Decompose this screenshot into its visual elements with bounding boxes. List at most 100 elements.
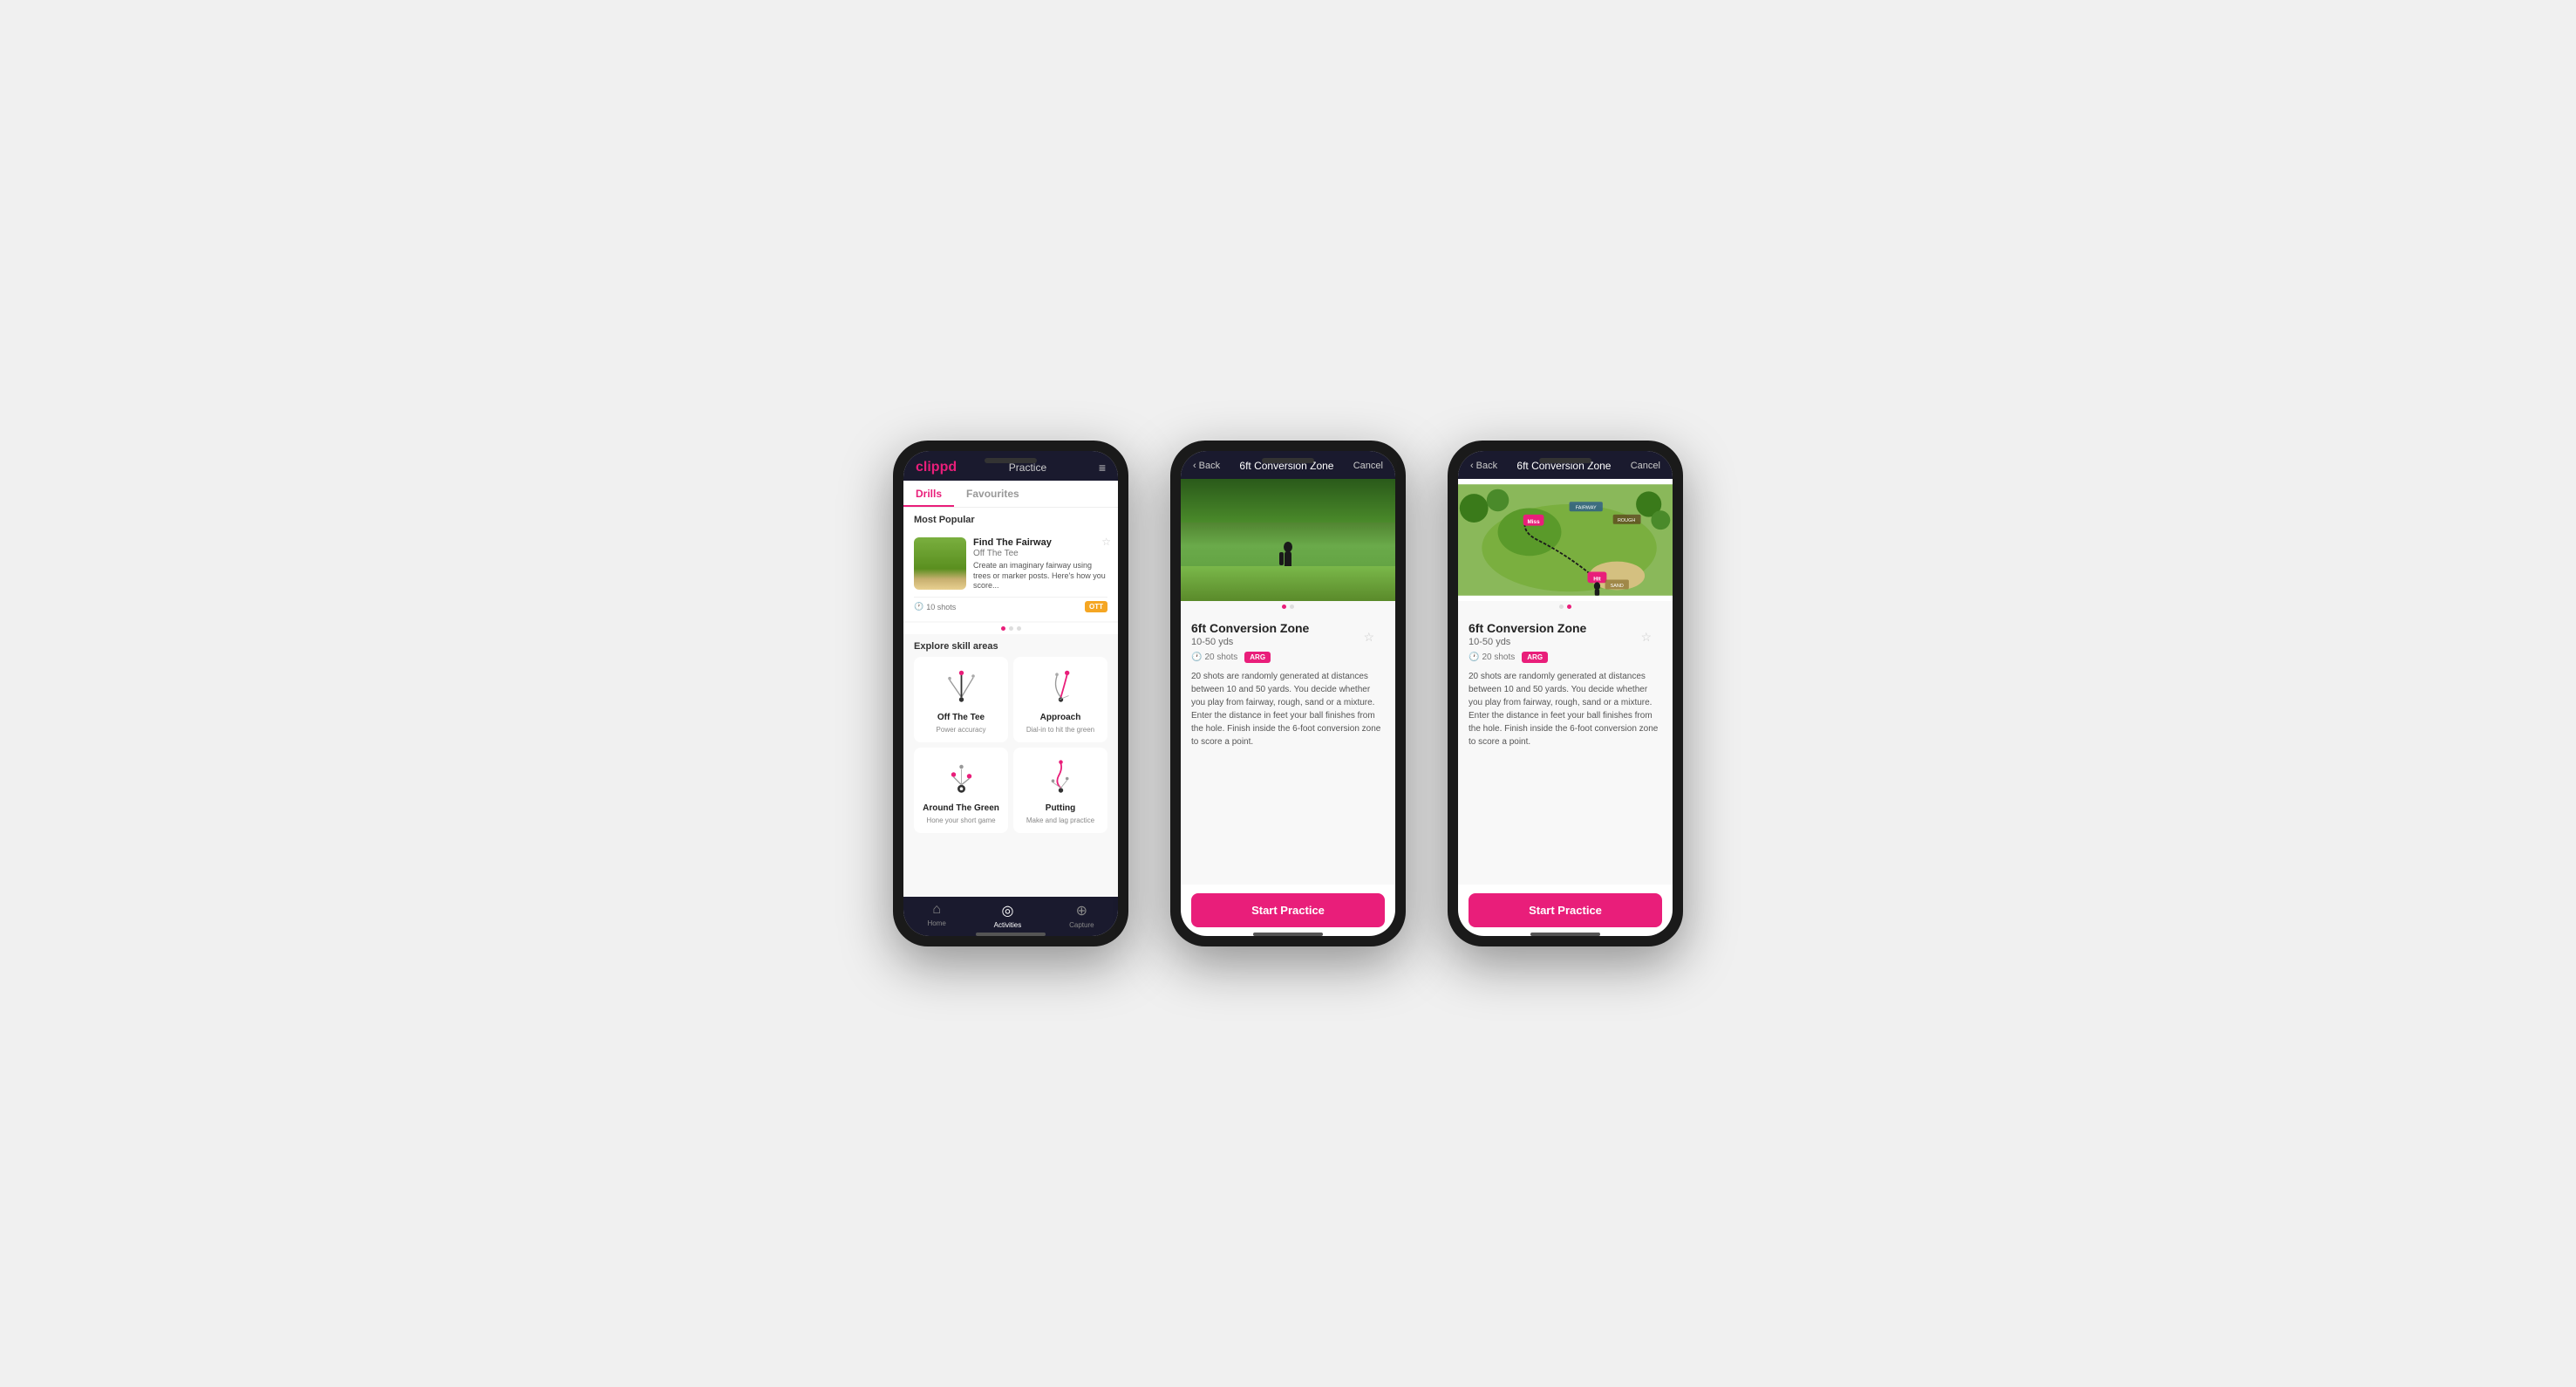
arg-tag-3: ARG bbox=[1522, 652, 1548, 663]
dot-3[interactable] bbox=[1017, 626, 1021, 631]
back-chevron-3: ‹ bbox=[1470, 461, 1474, 471]
fairway-ground bbox=[1181, 566, 1395, 601]
shots-count-meta-3: 20 shots bbox=[1482, 653, 1515, 662]
dot-2[interactable] bbox=[1009, 626, 1013, 631]
skill-card-atg[interactable]: Around The Green Hone your short game bbox=[914, 748, 1008, 833]
shots-count: 10 shots bbox=[926, 603, 956, 612]
atg-icon bbox=[937, 759, 985, 798]
atg-desc: Hone your short game bbox=[926, 816, 995, 824]
back-button[interactable]: ‹ Back bbox=[1193, 461, 1220, 471]
explore-label: Explore skill areas bbox=[914, 641, 1107, 657]
back-label: Back bbox=[1199, 461, 1220, 471]
star-icon-detail[interactable]: ☆ bbox=[1363, 630, 1374, 645]
card-info: Find The Fairway Off The Tee Create an i… bbox=[973, 537, 1107, 591]
drill-photo bbox=[1181, 479, 1395, 601]
img-dot-1[interactable] bbox=[1282, 605, 1286, 609]
shots-label: 🕐 10 shots bbox=[914, 602, 956, 612]
card-inner: Find The Fairway Off The Tee Create an i… bbox=[914, 537, 1107, 591]
phone-2-screen: ‹ Back 6ft Conversion Zone Cancel bbox=[1181, 451, 1395, 936]
drill-subtitle: Off The Tee bbox=[973, 549, 1107, 558]
most-popular-label: Most Popular bbox=[903, 508, 1118, 529]
phone-3-screen: ‹ Back 6ft Conversion Zone Cancel bbox=[1458, 451, 1673, 936]
carousel-dots bbox=[903, 623, 1118, 634]
phone3-header: ‹ Back 6ft Conversion Zone Cancel bbox=[1458, 451, 1673, 479]
golf-photo-bg bbox=[1181, 479, 1395, 601]
svg-text:Miss: Miss bbox=[1527, 519, 1540, 525]
nav-activities-label: Activities bbox=[994, 921, 1022, 929]
nav-activities[interactable]: ◎ Activities bbox=[994, 902, 1022, 929]
featured-drill-card[interactable]: ☆ Find The Fairway Off The Tee Create an… bbox=[903, 529, 1118, 621]
svg-text:FAIRWAY: FAIRWAY bbox=[1576, 505, 1597, 510]
back-chevron: ‹ bbox=[1193, 461, 1196, 471]
scene: clippd Practice ≡ Drills Favourites Most… bbox=[858, 406, 1718, 981]
drill-yardage-3: 10-50 yds bbox=[1469, 637, 1662, 647]
arg-tag: ARG bbox=[1244, 652, 1271, 663]
start-practice-button-3[interactable]: Start Practice bbox=[1469, 893, 1662, 927]
start-practice-button[interactable]: Start Practice bbox=[1191, 893, 1385, 927]
card-footer: 🕐 10 shots OTT bbox=[914, 597, 1107, 612]
ott-name: Off The Tee bbox=[937, 713, 985, 722]
skill-card-putting[interactable]: Putting Make and lag practice bbox=[1013, 748, 1107, 833]
atg-icon-area bbox=[935, 756, 987, 800]
detail-content-wrapper: ☆ 6ft Conversion Zone 10-50 yds 🕐 20 sho… bbox=[1191, 621, 1385, 748]
clock-icon-meta: 🕐 bbox=[1191, 653, 1202, 662]
img-dot-3-2[interactable] bbox=[1567, 605, 1571, 609]
star-icon[interactable]: ☆ bbox=[1101, 536, 1111, 548]
approach-name: Approach bbox=[1040, 713, 1081, 722]
skill-card-approach[interactable]: Approach Dial-in to hit the green bbox=[1013, 657, 1107, 742]
drill-meta-3: 🕐 20 shots ARG bbox=[1469, 652, 1662, 663]
phone-2: ‹ Back 6ft Conversion Zone Cancel bbox=[1170, 441, 1406, 946]
trees-background bbox=[1181, 479, 1395, 523]
drill-description-3: 20 shots are randomly generated at dista… bbox=[1469, 670, 1662, 748]
nav-home[interactable]: ⌂ Home bbox=[927, 902, 945, 929]
shots-count-meta: 20 shots bbox=[1204, 653, 1237, 662]
ott-desc: Power accuracy bbox=[937, 726, 986, 734]
tabs-bar: Drills Favourites bbox=[903, 481, 1118, 508]
nav-capture[interactable]: ⊕ Capture bbox=[1069, 902, 1094, 929]
putting-icon bbox=[1037, 759, 1085, 798]
phone-3: ‹ Back 6ft Conversion Zone Cancel bbox=[1448, 441, 1683, 946]
img-dot-3-1[interactable] bbox=[1559, 605, 1564, 609]
phone-1-screen: clippd Practice ≡ Drills Favourites Most… bbox=[903, 451, 1118, 936]
drill-meta: 🕐 20 shots ARG bbox=[1191, 652, 1385, 663]
ott-icon-area bbox=[935, 666, 987, 709]
menu-icon[interactable]: ≡ bbox=[1099, 461, 1106, 475]
dot-1[interactable] bbox=[1001, 626, 1005, 631]
svg-text:ROUGH: ROUGH bbox=[1618, 518, 1635, 523]
shots-meta-3: 🕐 20 shots bbox=[1469, 653, 1515, 662]
phone2-detail-content: ☆ 6ft Conversion Zone 10-50 yds 🕐 20 sho… bbox=[1181, 612, 1395, 885]
image-dots-3 bbox=[1458, 601, 1673, 612]
nav-capture-label: Capture bbox=[1069, 921, 1094, 929]
star-icon-detail-3[interactable]: ☆ bbox=[1640, 630, 1652, 645]
tab-drills[interactable]: Drills bbox=[903, 481, 954, 507]
back-button-3[interactable]: ‹ Back bbox=[1470, 461, 1497, 471]
bottom-nav: ⌂ Home ◎ Activities ⊕ Capture bbox=[903, 897, 1118, 936]
cancel-button[interactable]: Cancel bbox=[1353, 461, 1383, 471]
svg-text:Hit: Hit bbox=[1593, 576, 1601, 582]
drill-map: Hit Miss FAIRWAY ROUGH SAND bbox=[1458, 479, 1673, 601]
clock-icon: 🕐 bbox=[914, 602, 923, 612]
nav-home-label: Home bbox=[927, 919, 945, 927]
tab-favourites[interactable]: Favourites bbox=[954, 481, 1032, 507]
phone2-drill-title: 6ft Conversion Zone bbox=[1239, 460, 1333, 472]
golf-course-map: Hit Miss FAIRWAY ROUGH SAND bbox=[1458, 479, 1673, 601]
skill-card-ott[interactable]: Off The Tee Power accuracy bbox=[914, 657, 1008, 742]
svg-text:SAND: SAND bbox=[1611, 584, 1624, 589]
phone2-header: ‹ Back 6ft Conversion Zone Cancel bbox=[1181, 451, 1395, 479]
img-dot-2[interactable] bbox=[1290, 605, 1294, 609]
approach-icon-area bbox=[1034, 666, 1087, 709]
drill-name: 6ft Conversion Zone bbox=[1191, 621, 1385, 635]
drill-name-3: 6ft Conversion Zone bbox=[1469, 621, 1662, 635]
cancel-button-3[interactable]: Cancel bbox=[1631, 461, 1660, 471]
home-icon: ⌂ bbox=[932, 902, 941, 918]
phone3-detail-content: ☆ 6ft Conversion Zone 10-50 yds 🕐 20 sho… bbox=[1458, 612, 1673, 885]
ott-icon bbox=[937, 668, 985, 707]
drill-yardage: 10-50 yds bbox=[1191, 637, 1385, 647]
putting-name: Putting bbox=[1046, 803, 1075, 813]
phone3-drill-title: 6ft Conversion Zone bbox=[1516, 460, 1611, 472]
ott-tag: OTT bbox=[1085, 601, 1107, 612]
drill-description: 20 shots are randomly generated at dista… bbox=[1191, 670, 1385, 748]
app-logo: clippd bbox=[916, 460, 957, 475]
putting-desc: Make and lag practice bbox=[1026, 816, 1094, 824]
drill-title: Find The Fairway bbox=[973, 537, 1107, 548]
